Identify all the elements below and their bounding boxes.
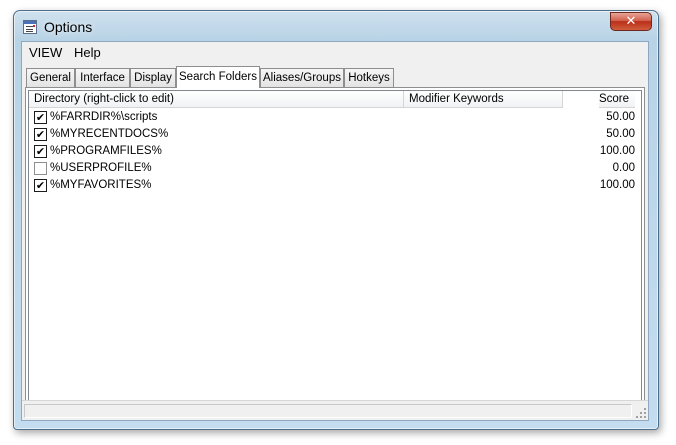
tab-aliases-groups[interactable]: Aliases/Groups (260, 68, 344, 87)
menu-help[interactable]: Help (74, 45, 101, 60)
options-app-icon (23, 20, 37, 34)
tab-hotkeys[interactable]: Hotkeys (344, 68, 394, 87)
search-folders-list[interactable]: Directory (right-click to edit) Modifier… (28, 90, 642, 411)
row-score: 0.00 (612, 162, 635, 174)
row-score: 50.00 (606, 128, 635, 140)
tab-general[interactable]: General (26, 68, 75, 87)
row-directory: %USERPROFILE% (50, 162, 152, 174)
menu-view[interactable]: VIEW (29, 45, 62, 60)
tab-search-folders[interactable]: Search Folders (176, 66, 260, 88)
status-pane (24, 404, 632, 418)
list-header: Directory (right-click to edit) Modifier… (29, 91, 641, 108)
options-window: Options ✕ VIEW Help General Interface Di… (13, 10, 659, 430)
row-score: 50.00 (606, 111, 635, 123)
checkbox-checked[interactable]: ✔ (34, 128, 47, 141)
table-row[interactable]: ✔ %FARRDIR%\scripts 50.00 (29, 109, 641, 126)
row-score: 100.00 (599, 145, 635, 157)
table-row[interactable]: ✔ %MYFAVORITES% 100.00 (29, 177, 641, 194)
close-button[interactable]: ✕ (610, 12, 652, 31)
resize-grip-icon[interactable] (634, 406, 646, 418)
title-bar[interactable]: Options ✕ (14, 11, 658, 41)
close-icon: ✕ (625, 14, 637, 29)
row-directory: %MYFAVORITES% (50, 179, 152, 191)
column-header-modifier-keywords[interactable]: Modifier Keywords (404, 91, 563, 108)
status-bar (22, 400, 648, 420)
checkbox-checked[interactable]: ✔ (34, 145, 47, 158)
window-title: Options (44, 19, 93, 35)
table-row[interactable]: %USERPROFILE% 0.00 (29, 160, 641, 177)
checkbox-checked[interactable]: ✔ (34, 111, 47, 124)
tab-strip: General Interface Display Search Folders… (26, 66, 648, 88)
menu-bar: VIEW Help (22, 42, 648, 63)
tab-display[interactable]: Display (130, 68, 176, 87)
checkbox-unchecked[interactable] (34, 162, 47, 175)
client-area: VIEW Help General Interface Display Sear… (21, 41, 649, 421)
tab-interface[interactable]: Interface (75, 68, 130, 87)
row-directory: %PROGRAMFILES% (50, 145, 162, 157)
table-row[interactable]: ✔ %MYRECENTDOCS% 50.00 (29, 126, 641, 143)
list-rows: ✔ %FARRDIR%\scripts 50.00 ✔ %MYRECENTDOC… (29, 109, 641, 194)
search-folders-panel: Directory (right-click to edit) Modifier… (25, 87, 645, 414)
row-score: 100.00 (599, 179, 635, 191)
table-row[interactable]: ✔ %PROGRAMFILES% 100.00 (29, 143, 641, 160)
column-header-directory[interactable]: Directory (right-click to edit) (29, 91, 404, 108)
row-directory: %FARRDIR%\scripts (50, 111, 158, 123)
column-header-score[interactable]: Score (598, 91, 635, 108)
checkbox-checked[interactable]: ✔ (34, 179, 47, 192)
row-directory: %MYRECENTDOCS% (50, 128, 169, 140)
